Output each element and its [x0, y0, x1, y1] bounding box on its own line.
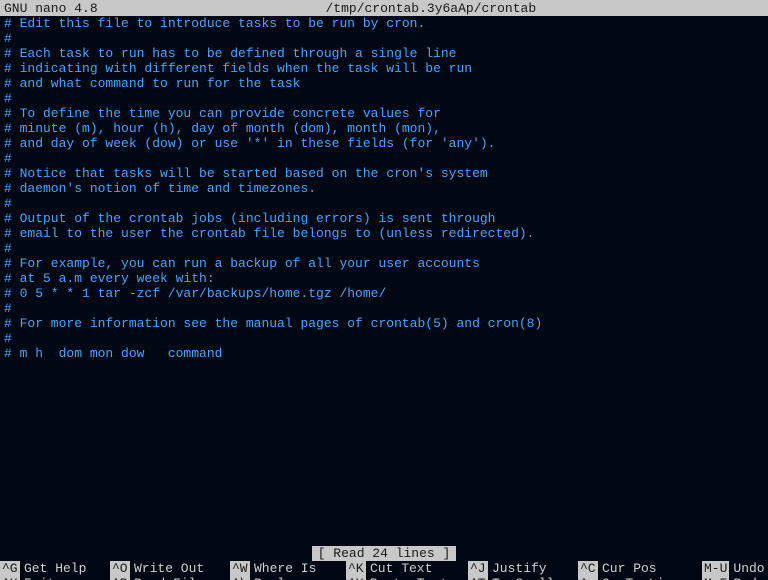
line-text: # For more information see the manual pa… [4, 316, 542, 331]
shortcut-key: ^K [346, 561, 366, 576]
shortcut-justify[interactable]: ^J Justify [468, 561, 578, 576]
editor-line[interactable]: # email to the user the crontab file bel… [4, 226, 764, 241]
line-text: # daemon's notion of time and timezones. [4, 181, 316, 196]
shortcut-label: Where Is [254, 561, 316, 576]
editor-line[interactable]: # To define the time you can provide con… [4, 106, 764, 121]
shortcut-where-is[interactable]: ^W Where Is [230, 561, 346, 576]
status-bar: [ Read 24 lines ] [0, 546, 768, 561]
shortcut-undo[interactable]: M-U Undo [702, 561, 768, 576]
shortcut-label: Cut Text [370, 561, 432, 576]
editor-line[interactable]: # Output of the crontab jobs (including … [4, 211, 764, 226]
title-bar: GNU nano 4.8 /tmp/crontab.3y6aAp/crontab [0, 0, 768, 16]
editor-line[interactable]: # [4, 91, 764, 106]
editor-line[interactable]: # [4, 151, 764, 166]
editor-line[interactable]: # 0 5 * * 1 tar -zcf /var/backups/home.t… [4, 286, 764, 301]
editor-line[interactable]: # daemon's notion of time and timezones. [4, 181, 764, 196]
shortcut-bar: ^G Get Help ^O Write Out ^W Where Is ^K Cut Tex… [0, 561, 768, 580]
line-text: # email to the user the crontab file bel… [4, 226, 535, 241]
editor-line[interactable]: # Each task to run has to be defined thr… [4, 46, 764, 61]
line-text: # Notice that tasks will be started base… [4, 166, 488, 181]
line-text: # [4, 151, 12, 166]
shortcut-key: ^J [468, 561, 488, 576]
shortcut-label: Undo [733, 561, 764, 576]
shortcut-key: ^\ [230, 576, 250, 580]
line-text: # [4, 301, 12, 316]
editor-line[interactable]: # [4, 331, 764, 346]
shortcut-read-file[interactable]: ^R Read File [110, 576, 230, 580]
editor-line[interactable]: # For more information see the manual pa… [4, 316, 764, 331]
editor-line[interactable]: # and what command to run for the task [4, 76, 764, 91]
shortcut-key: ^O [110, 561, 130, 576]
line-text: # indicating with different fields when … [4, 61, 472, 76]
shortcut-key: M-U [702, 561, 729, 576]
shortcut-go-to-line[interactable]: ^_ Go To Line [578, 576, 702, 580]
shortcut-key: ^T [468, 576, 488, 580]
shortcut-key: M-E [702, 576, 729, 580]
shortcut-label: Go To Line [602, 576, 680, 580]
shortcut-replace[interactable]: ^\ Replace [230, 576, 346, 580]
shortcut-key: ^_ [578, 576, 598, 580]
line-text: # and day of week (dow) or use '*' in th… [4, 136, 495, 151]
shortcut-label: To Spell [492, 576, 554, 580]
editor-line[interactable]: # For example, you can run a backup of a… [4, 256, 764, 271]
line-text: # at 5 a.m every week with: [4, 271, 215, 286]
shortcut-label: Paste Text [370, 576, 448, 580]
editor-line[interactable]: # [4, 241, 764, 256]
shortcut-key: ^U [346, 576, 366, 580]
editor-line[interactable]: # and day of week (dow) or use '*' in th… [4, 136, 764, 151]
shortcut-label: Cur Pos [602, 561, 657, 576]
shortcut-label: Get Help [24, 561, 86, 576]
app-name: GNU nano 4.8 [4, 1, 98, 16]
editor-line[interactable]: # m h dom mon dow command [4, 346, 764, 361]
editor-line[interactable]: # Edit this file to introduce tasks to b… [4, 16, 764, 31]
shortcut-cut-text[interactable]: ^K Cut Text [346, 561, 468, 576]
shortcut-label: Redo [733, 576, 764, 580]
shortcut-key: ^C [578, 561, 598, 576]
editor-line[interactable]: # [4, 196, 764, 211]
line-text: # Output of the crontab jobs (including … [4, 211, 495, 226]
shortcut-get-help[interactable]: ^G Get Help [0, 561, 110, 576]
shortcut-cur-pos[interactable]: ^C Cur Pos [578, 561, 702, 576]
line-text: # m h dom mon dow command [4, 346, 222, 361]
shortcut-label: Replace [254, 576, 309, 580]
line-text: # and what command to run for the task [4, 76, 300, 91]
shortcut-paste-text[interactable]: ^U Paste Text [346, 576, 468, 580]
shortcut-label: Justify [492, 561, 547, 576]
line-text: # Each task to run has to be defined thr… [4, 46, 456, 61]
line-text: # Edit this file to introduce tasks to b… [4, 16, 425, 31]
line-text: # [4, 31, 12, 46]
editor-line[interactable]: # minute (m), hour (h), day of month (do… [4, 121, 764, 136]
editor-line[interactable]: # [4, 301, 764, 316]
line-text: # To define the time you can provide con… [4, 106, 441, 121]
editor-area[interactable]: # Edit this file to introduce tasks to b… [0, 16, 768, 546]
line-text: # [4, 331, 12, 346]
shortcut-label: Read File [134, 576, 204, 580]
shortcut-key: ^X [0, 576, 20, 580]
shortcut-key: ^R [110, 576, 130, 580]
file-path: /tmp/crontab.3y6aAp/crontab [98, 1, 764, 16]
line-text: # 0 5 * * 1 tar -zcf /var/backups/home.t… [4, 286, 386, 301]
status-message: [ Read 24 lines ] [312, 546, 457, 561]
shortcut-label: Exit [24, 576, 55, 580]
editor-line[interactable]: # at 5 a.m every week with: [4, 271, 764, 286]
shortcut-label: Write Out [134, 561, 204, 576]
shortcut-to-spell[interactable]: ^T To Spell [468, 576, 578, 580]
shortcut-exit[interactable]: ^X Exit [0, 576, 110, 580]
line-text: # minute (m), hour (h), day of month (do… [4, 121, 441, 136]
line-text: # [4, 241, 12, 256]
editor-line[interactable]: # [4, 31, 764, 46]
shortcut-write-out[interactable]: ^O Write Out [110, 561, 230, 576]
shortcut-key: ^W [230, 561, 250, 576]
line-text: # For example, you can run a backup of a… [4, 256, 480, 271]
shortcut-key: ^G [0, 561, 20, 576]
editor-line[interactable]: # Notice that tasks will be started base… [4, 166, 764, 181]
line-text: # [4, 196, 12, 211]
line-text: # [4, 91, 12, 106]
shortcut-redo[interactable]: M-E Redo [702, 576, 768, 580]
editor-line[interactable]: # indicating with different fields when … [4, 61, 764, 76]
